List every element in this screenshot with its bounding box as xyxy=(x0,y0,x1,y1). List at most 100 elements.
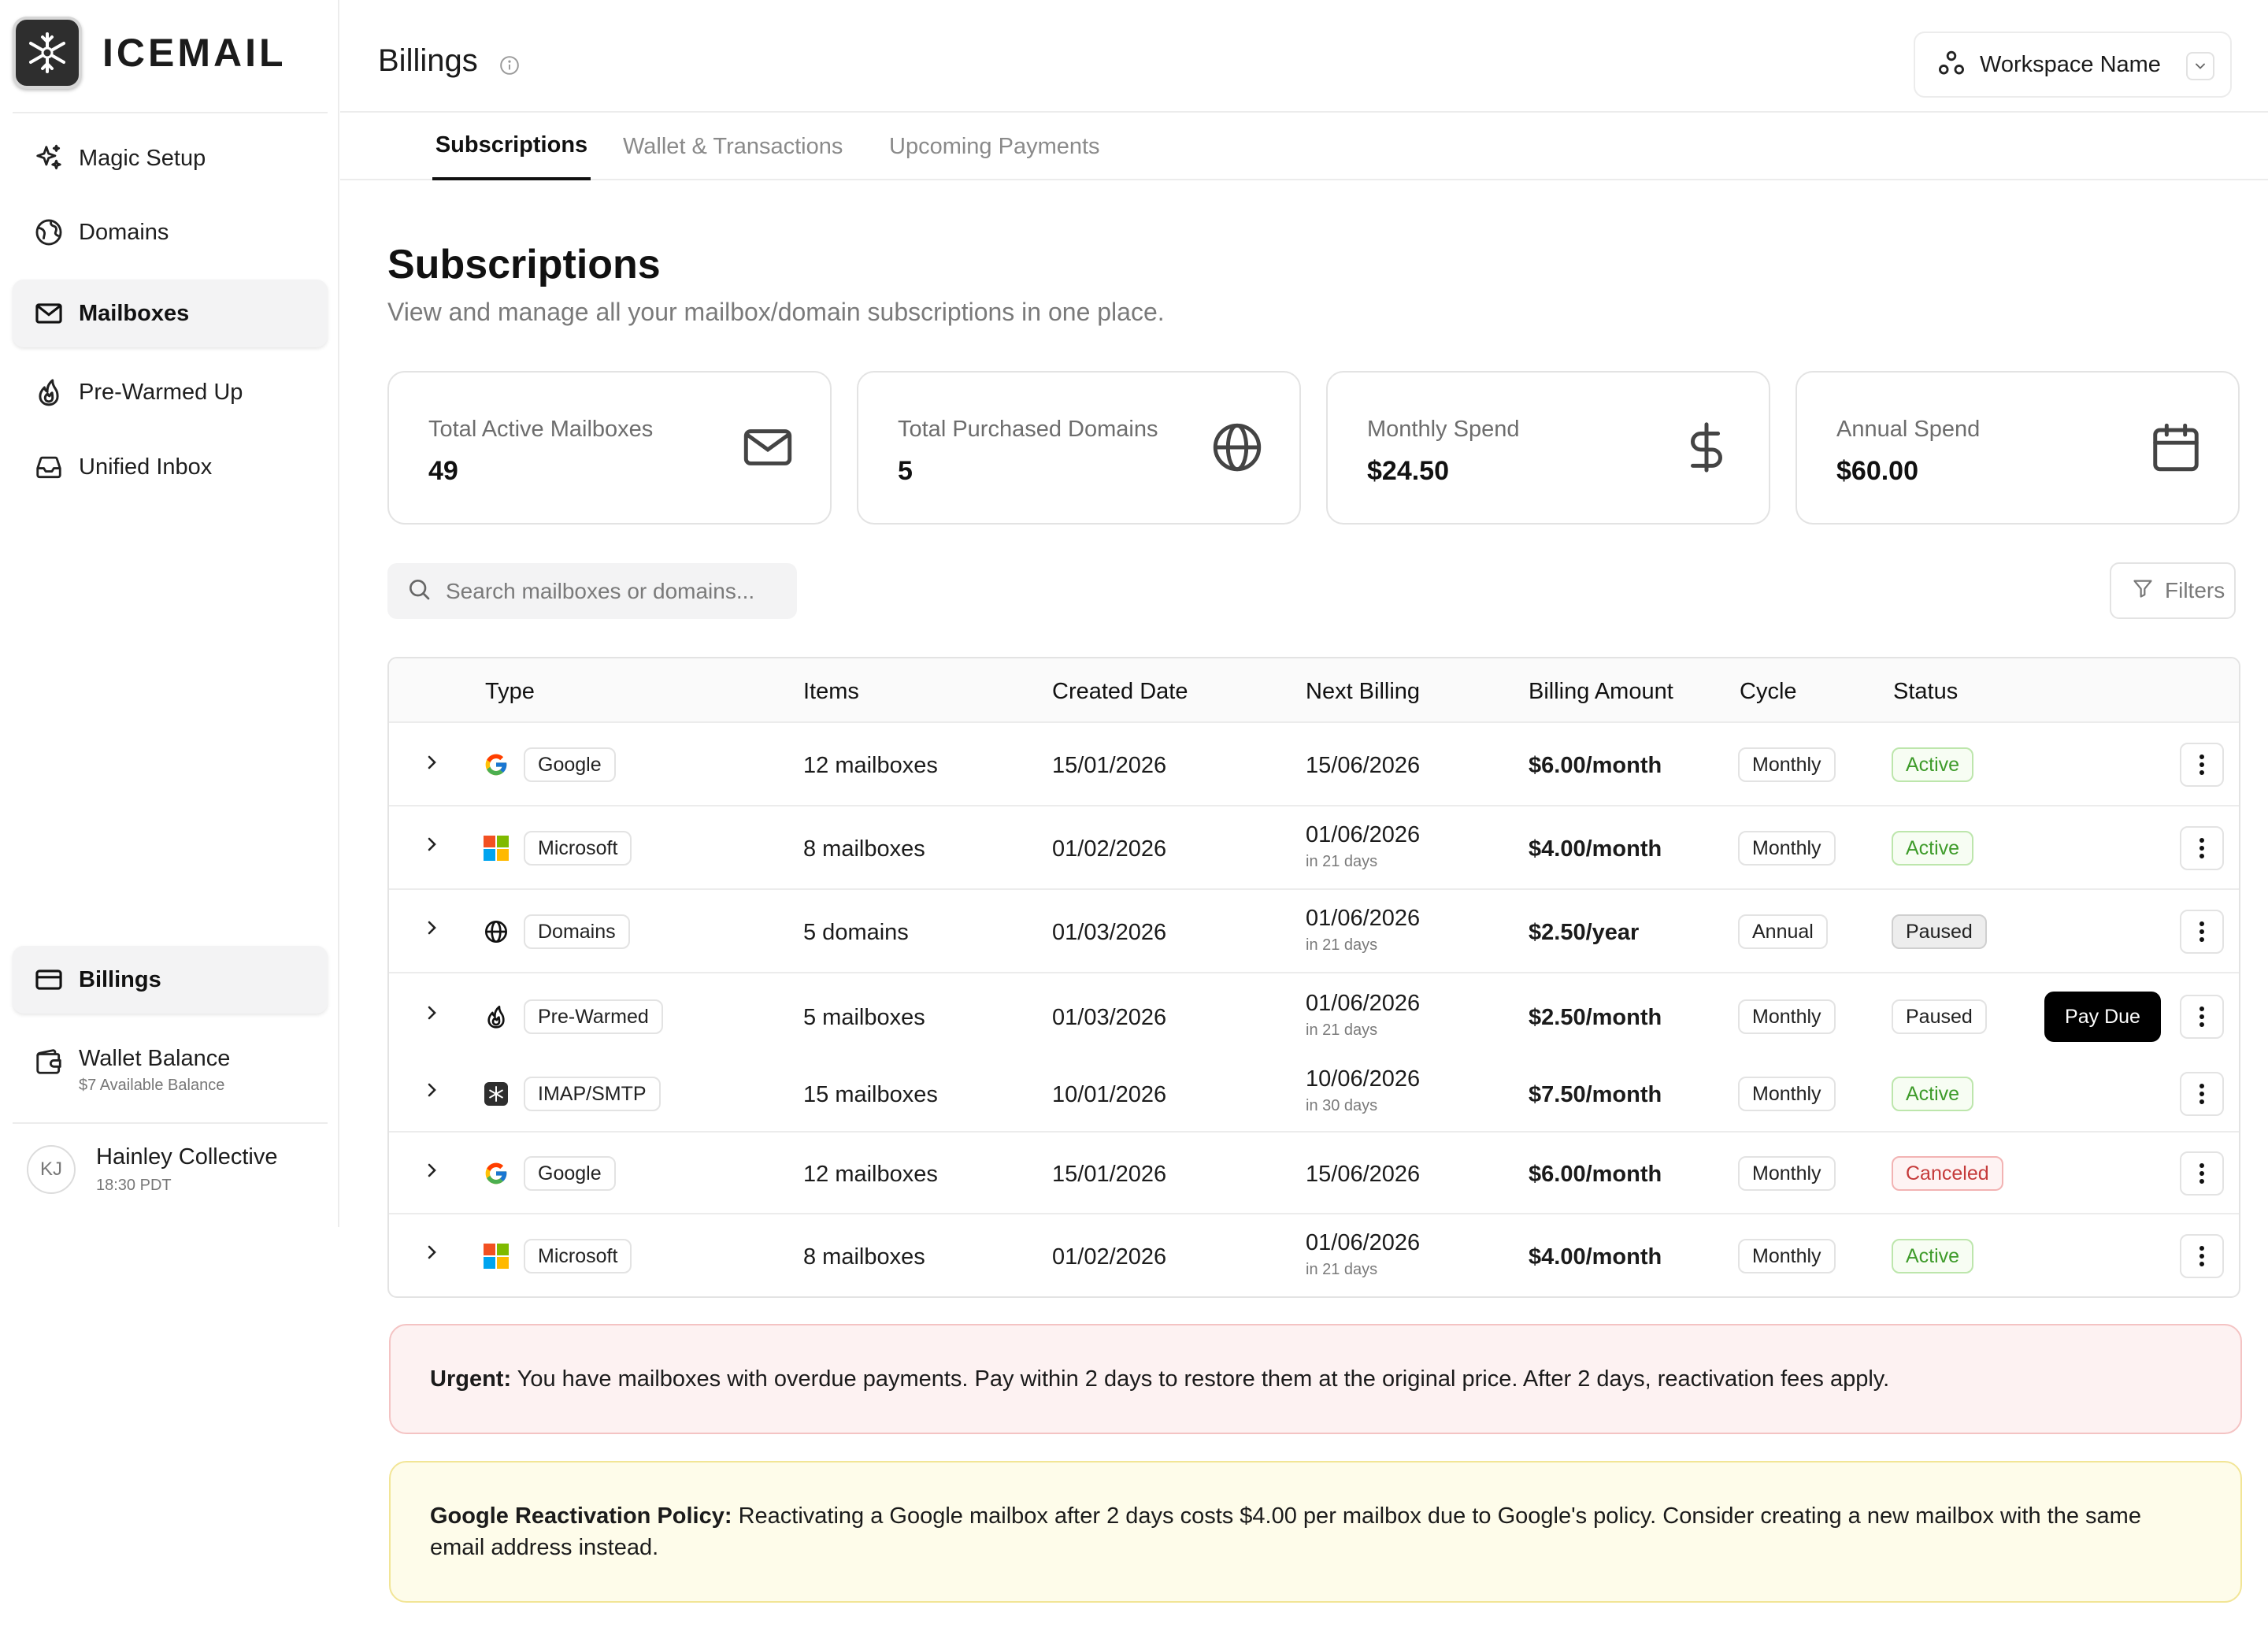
more-options-icon[interactable] xyxy=(2180,1151,2224,1196)
tab-subscriptions[interactable]: Subscriptions xyxy=(432,113,591,180)
created-date-cell: 01/03/2026 xyxy=(1052,1005,1167,1030)
cycle-badge: Monthly xyxy=(1738,831,1836,866)
status-badge: Canceled xyxy=(1892,1156,2003,1191)
billing-amount-cell: $2.50/month xyxy=(1529,1005,1662,1030)
subscriptions-table: Type Items Created Date Next Billing Bil… xyxy=(387,657,2240,1298)
more-options-icon[interactable] xyxy=(2180,826,2224,870)
stat-value: 49 xyxy=(428,456,458,486)
sidebar: ICEMAIL Magic Setup Domains Mailboxes Pr… xyxy=(0,0,339,1227)
logo[interactable]: ICEMAIL xyxy=(13,9,287,96)
type-badge: Microsoft xyxy=(524,831,632,866)
search-bar[interactable] xyxy=(387,563,797,619)
more-options-icon[interactable] xyxy=(2180,1072,2224,1116)
urgent-alert: Urgent: You have mailboxes with overdue … xyxy=(389,1324,2242,1434)
cycle-badge: Monthly xyxy=(1738,747,1836,782)
sidebar-item-label: Mailboxes xyxy=(79,300,190,326)
cycle-badge: Monthly xyxy=(1738,999,1836,1034)
items-cell: 5 mailboxes xyxy=(803,1005,925,1030)
credit-card-icon xyxy=(33,964,65,995)
created-date-cell: 01/02/2026 xyxy=(1052,1244,1167,1270)
pay-due-button[interactable]: Pay Due xyxy=(2044,992,2161,1042)
more-options-icon[interactable] xyxy=(2180,910,2224,954)
billing-amount-cell: $6.00/month xyxy=(1529,1162,1662,1187)
urgent-alert-text: Urgent: You have mailboxes with overdue … xyxy=(430,1363,1889,1395)
chevron-right-icon[interactable] xyxy=(422,918,441,937)
sidebar-item-billings[interactable]: Billings xyxy=(13,946,328,1014)
chevron-right-icon[interactable] xyxy=(422,753,441,772)
table-row[interactable]: Pre-Warmed 5 mailboxes 01/03/2026 01/06/… xyxy=(389,973,2239,1057)
status-badge: Active xyxy=(1892,747,1974,782)
tab-wallet-transactions[interactable]: Wallet & Transactions xyxy=(623,113,843,180)
more-options-icon[interactable] xyxy=(2180,995,2224,1039)
column-header-cycle: Cycle xyxy=(1740,679,1797,704)
next-billing-countdown: in 21 days xyxy=(1306,853,1378,870)
info-icon[interactable] xyxy=(499,55,520,80)
alert-title: Google Reactivation Policy: xyxy=(430,1503,732,1529)
type-badge: IMAP/SMTP xyxy=(524,1077,661,1111)
wallet-balance-value: $7 Available Balance xyxy=(79,1077,225,1094)
user-profile[interactable]: KJ Hainley Collective 18:30 PDT xyxy=(13,1130,328,1209)
wallet-balance[interactable]: Wallet Balance $7 Available Balance xyxy=(13,1032,328,1103)
imap-icon xyxy=(484,1081,509,1107)
page-header: Billings Workspace Name xyxy=(340,0,2268,113)
next-billing-cell: 01/06/2026 in 21 days xyxy=(1306,822,1420,871)
table-row[interactable]: Microsoft 8 mailboxes 01/02/2026 01/06/2… xyxy=(389,1214,2239,1296)
chevron-right-icon[interactable] xyxy=(422,1081,441,1099)
sidebar-item-domains[interactable]: Domains xyxy=(13,198,328,266)
workspace-name: Workspace Name xyxy=(1980,51,2161,77)
billing-amount-cell: $4.00/month xyxy=(1529,1244,1662,1270)
cycle-badge: Monthly xyxy=(1738,1239,1836,1273)
mail-icon xyxy=(33,298,65,329)
table-row[interactable]: Microsoft 8 mailboxes 01/02/2026 01/06/2… xyxy=(389,806,2239,890)
flame-icon xyxy=(484,1004,509,1029)
status-badge: Paused xyxy=(1892,999,1987,1034)
globe-icon xyxy=(484,919,509,944)
chevron-right-icon[interactable] xyxy=(422,1003,441,1022)
wallet-icon xyxy=(33,1046,65,1077)
sidebar-item-pre-warmed-up[interactable]: Pre-Warmed Up xyxy=(13,358,328,426)
stat-card-annual-spend: Annual Spend $60.00 xyxy=(1796,371,2240,525)
next-billing-cell: 15/06/2026 xyxy=(1306,1162,1421,1187)
more-options-icon[interactable] xyxy=(2180,1234,2224,1278)
microsoft-icon xyxy=(484,1244,509,1269)
avatar: KJ xyxy=(27,1145,76,1194)
microsoft-icon xyxy=(484,836,509,861)
workspace-icon xyxy=(1937,49,1966,81)
search-input[interactable] xyxy=(446,578,776,604)
status-badge: Active xyxy=(1892,1077,1974,1111)
status-badge: Active xyxy=(1892,1239,1974,1273)
table-row[interactable]: Google 12 mailboxes 15/01/2026 15/06/202… xyxy=(389,723,2239,806)
chevron-down-icon[interactable] xyxy=(2186,52,2214,80)
sidebar-item-mailboxes[interactable]: Mailboxes xyxy=(13,280,328,347)
policy-alert-text: Google Reactivation Policy: Reactivating… xyxy=(430,1500,2201,1563)
chevron-right-icon[interactable] xyxy=(422,1243,441,1262)
billing-amount-cell: $2.50/year xyxy=(1529,920,1640,945)
created-date-cell: 10/01/2026 xyxy=(1052,1082,1167,1107)
stat-card-purchased-domains: Total Purchased Domains 5 xyxy=(857,371,1301,525)
sparkles-icon xyxy=(33,143,65,174)
wallet-label: Wallet Balance xyxy=(79,1046,231,1071)
table-row[interactable]: Google 12 mailboxes 15/01/2026 15/06/202… xyxy=(389,1133,2239,1214)
billing-amount-cell: $6.00/month xyxy=(1529,753,1662,778)
stat-card-active-mailboxes: Total Active Mailboxes 49 xyxy=(387,371,832,525)
chevron-right-icon[interactable] xyxy=(422,835,441,854)
next-billing-cell: 15/06/2026 xyxy=(1306,753,1421,778)
chevron-right-icon[interactable] xyxy=(422,1161,441,1180)
table-row[interactable]: IMAP/SMTP 15 mailboxes 10/01/2026 10/06/… xyxy=(389,1057,2239,1133)
sidebar-item-label: Unified Inbox xyxy=(79,454,213,480)
more-options-icon[interactable] xyxy=(2180,743,2224,787)
next-billing-date: 10/06/2026 xyxy=(1306,1066,1421,1092)
stat-value: $60.00 xyxy=(1836,456,1918,486)
sidebar-item-magic-setup[interactable]: Magic Setup xyxy=(13,124,328,192)
table-row[interactable]: Domains 5 domains 01/03/2026 01/06/2026 … xyxy=(389,890,2239,973)
workspace-selector[interactable]: Workspace Name xyxy=(1914,32,2232,98)
tab-upcoming-payments[interactable]: Upcoming Payments xyxy=(889,113,1100,180)
filters-button[interactable]: Filters xyxy=(2110,562,2236,619)
alert-title: Urgent: xyxy=(430,1366,512,1392)
filter-icon xyxy=(2132,577,2154,605)
next-billing-cell: 01/06/2026 in 21 days xyxy=(1306,991,1420,1040)
stat-label: Total Purchased Domains xyxy=(898,417,1158,442)
user-time: 18:30 PDT xyxy=(96,1177,172,1194)
stat-value: 5 xyxy=(898,456,913,486)
sidebar-item-unified-inbox[interactable]: Unified Inbox xyxy=(13,433,328,501)
